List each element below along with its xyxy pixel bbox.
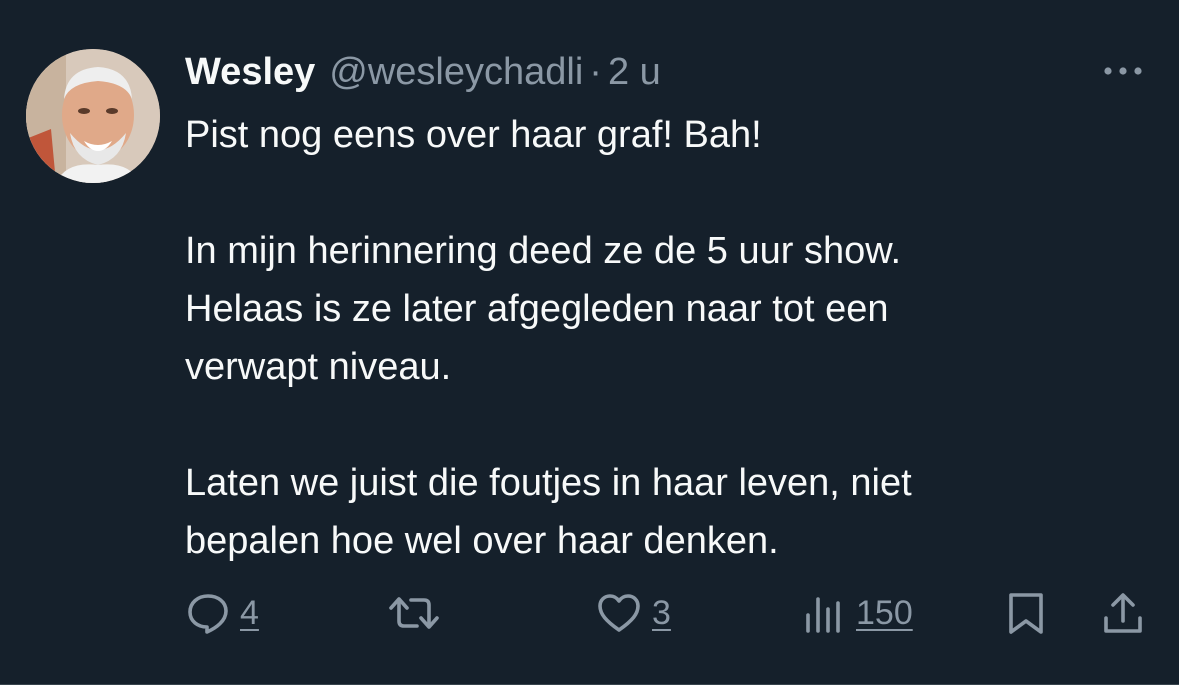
bookmark-button[interactable] — [1004, 588, 1048, 638]
like-button[interactable]: 3 — [596, 588, 671, 638]
tweet-line: bepalen hoe wel over haar denken. — [185, 520, 779, 562]
reply-count: 4 — [240, 593, 259, 632]
tweet-line: Laten we juist die foutjes in haar leven… — [185, 462, 912, 504]
reply-button[interactable]: 4 — [186, 588, 259, 638]
avatar-image — [26, 49, 160, 183]
views-count: 150 — [856, 593, 913, 632]
tweet-text: Pist nog eens over haar graf! Bah! In mi… — [185, 106, 1115, 570]
tweet[interactable]: Wesley @wesleychadli · 2 u Pist nog eens… — [0, 0, 1179, 685]
tweet-line: Pist nog eens over haar graf! Bah! — [185, 114, 762, 156]
retweet-button[interactable] — [387, 588, 451, 638]
user-handle[interactable]: @wesleychadli — [329, 50, 583, 94]
display-name[interactable]: Wesley — [185, 50, 315, 94]
views-button[interactable]: 150 — [802, 588, 913, 638]
tweet-line: verwapt niveau. — [185, 346, 452, 388]
reply-icon — [188, 594, 228, 634]
more-horizontal-icon — [1104, 67, 1142, 75]
share-icon — [1104, 593, 1142, 633]
action-bar: 4 3 150 — [0, 588, 1179, 638]
share-button[interactable] — [1101, 588, 1145, 638]
tweet-line: Helaas is ze later afgegleden naar tot e… — [185, 288, 889, 330]
separator-dot: · — [589, 51, 602, 93]
tweet-line: In mijn herinnering deed ze de 5 uur sho… — [185, 230, 902, 272]
avatar[interactable] — [26, 49, 160, 183]
heart-icon — [598, 594, 640, 632]
views-chart-icon — [806, 597, 840, 633]
bookmark-icon — [1009, 593, 1043, 634]
like-count: 3 — [652, 593, 671, 632]
more-options-button[interactable] — [1099, 56, 1147, 86]
tweet-header: Wesley @wesleychadli · 2 u — [185, 50, 661, 94]
timestamp[interactable]: 2 u — [608, 50, 661, 94]
retweet-icon — [389, 597, 439, 629]
